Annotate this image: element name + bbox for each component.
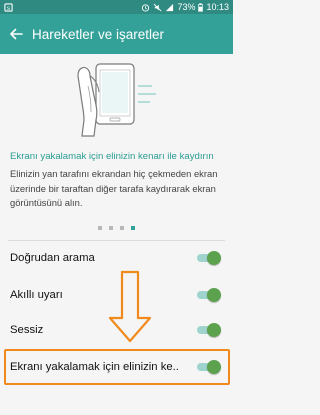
direct-call-toggle[interactable] [197,251,221,265]
setting-row-direct-call[interactable]: Doğrudan arama [0,243,233,273]
annotation-highlight-box [4,349,230,385]
battery-icon [198,2,204,12]
feature-title: Ekranı yakalamak için elinizin kenarı il… [10,151,214,162]
page-dot[interactable] [131,226,135,230]
feature-description: Elinizin yan tarafını ekrandan hiç çekme… [10,168,218,208]
silent-icon [154,3,162,11]
page-indicator[interactable] [0,224,233,232]
clock: 10:13 [206,2,229,12]
alarm-icon [142,3,150,12]
page-title: Hareketler ve işaretler [32,26,165,42]
svg-text:s: s [7,5,10,12]
mute-toggle[interactable] [197,323,221,337]
setting-label: Akıllı uyarı [10,289,63,301]
arrow-back-icon [10,28,23,40]
back-button[interactable] [0,14,32,54]
palm-swipe-illustration [0,54,233,146]
notification-icon: s [4,2,13,12]
status-bar: s 73% 10:13 [0,0,233,14]
setting-label: Sessiz [10,324,44,336]
page-dot[interactable] [120,226,124,230]
app-bar: Hareketler ve işaretler [0,14,233,54]
setting-row-mute[interactable]: Sessiz [0,315,233,345]
battery-percent: 73% [177,2,196,12]
setting-label: Doğrudan arama [10,252,95,264]
page-dot[interactable] [98,226,102,230]
setting-row-smart-alert[interactable]: Akıllı uyarı [0,280,233,310]
page-dot[interactable] [109,226,113,230]
signal-icon [166,3,174,11]
smart-alert-toggle[interactable] [197,288,221,302]
divider [8,240,225,241]
